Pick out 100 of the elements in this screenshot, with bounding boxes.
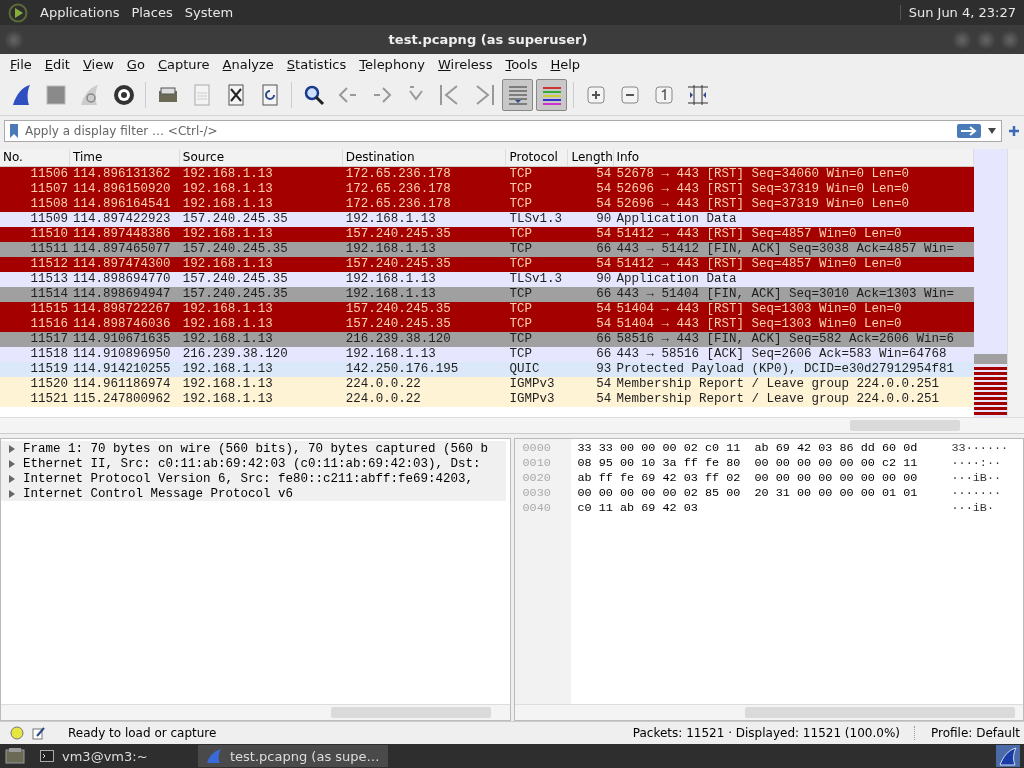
info-cell-text: 443 → 58516 [ACK] Seq=2606 Ack=583 Win=64768 [615, 347, 948, 362]
packet-row[interactable]: 11507 114.896150920 192.168.1.13 172.65.236.178 TCP 54 52696 → 443 [RST] Seq=37319 Win=0 Len=0 [0, 182, 974, 197]
vertical-scrollbar[interactable] [1007, 149, 1024, 417]
hex-bytes: 00 00 00 00 00 02 85 00 20 31 00 00 00 00 01 01 [577, 486, 919, 501]
menu-item[interactable]: Wireless [438, 57, 493, 72]
destination-cell-text: 172.65.236.178 [344, 182, 452, 197]
dropdown-caret-icon[interactable] [987, 128, 997, 134]
protocol-cell-text: IGMPv3 [508, 377, 556, 392]
column-header[interactable]: Length [568, 149, 615, 166]
protocol-cell-text: TCP [508, 332, 533, 347]
length-cell-text: 54 [595, 227, 613, 242]
packet-minimap[interactable] [974, 149, 1007, 417]
expander-icon[interactable] [9, 444, 15, 453]
display-filter-field[interactable]: Apply a display filter … <Ctrl-/> [4, 120, 1002, 142]
time-cell-text: 114.914210255 [71, 362, 172, 377]
bookmark-icon[interactable] [9, 123, 19, 139]
protocol-cell-text: TCP [508, 182, 533, 197]
protocol-cell-text: TCP [508, 197, 533, 212]
packet-row[interactable]: 11513 114.898694770 157.240.245.35 192.168.1.13 TLSv1.3 90 Application Data [0, 272, 974, 287]
number-cell-text: 11508 [29, 197, 69, 212]
profile-label[interactable]: Profile: Default [923, 726, 1020, 740]
taskbar-button[interactable]: vm3@vm3:~ [32, 745, 192, 767]
horizontal-scrollbar[interactable] [1, 704, 510, 720]
show-desktop-icon[interactable] [4, 746, 26, 766]
expander-icon[interactable] [9, 459, 15, 468]
length-cell-text: 54 [595, 257, 613, 272]
packet-row[interactable]: 11506 114.896131362 192.168.1.13 172.65.236.178 TCP 54 52678 → 443 [RST] Seq=34060 Win=0 Len=0 [0, 167, 974, 182]
number-cell-text: 11510 [29, 227, 69, 242]
horizontal-scrollbar[interactable] [514, 704, 1023, 720]
time-cell-text: 114.897465077 [71, 242, 172, 257]
menu-item[interactable]: Capture [157, 57, 210, 72]
time-cell-text: 114.898694947 [71, 287, 172, 302]
length-cell-text: 54 [595, 182, 613, 197]
menu-item[interactable]: File [10, 57, 32, 72]
number-cell-text: 11519 [29, 362, 69, 377]
length-cell-text: 66 [595, 287, 613, 302]
add-button-icon[interactable] [1008, 125, 1020, 137]
time-cell-text: 114.898694770 [71, 272, 172, 287]
time-cell-text: 114.896150920 [71, 182, 172, 197]
expander-icon[interactable] [9, 474, 15, 483]
play-logo-icon[interactable] [8, 2, 28, 23]
panel-menu[interactable]: Places [131, 5, 173, 20]
destination-cell-text: 224.0.0.22 [344, 377, 422, 392]
menu-item[interactable]: Analyze [222, 57, 274, 72]
menu-item[interactable]: Telephony [359, 57, 425, 72]
destination-cell-text: 192.168.1.13 [344, 272, 437, 287]
detail-tree-item[interactable]: Internet Control Message Protocol v6 [1, 486, 506, 501]
packet-row[interactable]: 11515 114.898722267 192.168.1.13 157.240.245.35 TCP 54 51404 → 443 [RST] Seq=1303 Win=0 Len=0 [0, 302, 974, 317]
destination-cell-text: 224.0.0.22 [344, 392, 422, 407]
packet-row[interactable]: 11517 114.910671635 192.168.1.13 216.239.38.120 TCP 66 58516 → 443 [FIN, ACK] Seq=582 Ack=2606 Win=6 [0, 332, 974, 347]
autoscroll-tool-button[interactable] [502, 79, 533, 111]
destination-cell-text: 157.240.245.35 [344, 257, 452, 272]
menu-item[interactable]: Go [126, 57, 145, 72]
expander-icon[interactable] [9, 489, 15, 498]
packet-row[interactable]: 11521 115.247800962 192.168.1.13 224.0.0.22 IGMPv3 54 Membership Report / Leave group 224.0.0.251 [0, 392, 974, 407]
column-header[interactable]: Time [69, 149, 180, 166]
length-cell-text: 54 [595, 392, 613, 407]
packet-row[interactable]: 11508 114.896164541 192.168.1.13 172.65.236.178 TCP 54 52696 → 443 [RST] Seq=37319 Win=0 Len=0 [0, 197, 974, 212]
packet-row[interactable]: 11509 114.897422923 157.240.245.35 192.168.1.13 TLSv1.3 90 Application Data [0, 212, 974, 227]
menu-item[interactable]: Edit [44, 57, 70, 72]
column-header[interactable]: Destination [342, 149, 507, 166]
packet-row[interactable]: 11519 114.914210255 192.168.1.13 142.250.176.195 QUIC 93 Protected Payload (KP0), DCID=e30d27912954f81 [0, 362, 974, 377]
packet-row[interactable]: 11510 114.897448386 192.168.1.13 157.240.245.35 TCP 54 51412 → 443 [RST] Seq=4857 Win=0 Len=0 [0, 227, 974, 242]
taskbar-button[interactable]: test.pcapng (as supe… [198, 745, 388, 767]
packet-row[interactable]: 11512 114.897474300 192.168.1.13 157.240.245.35 TCP 54 51412 → 443 [RST] Seq=4857 Win=0 Len=0 [0, 257, 974, 272]
number-cell-text: 11518 [29, 347, 69, 362]
info-cell-text: Application Data [615, 212, 738, 227]
detail-text: Internet Control Message Protocol v6 [23, 486, 294, 501]
time-cell-text: 114.898746036 [71, 317, 172, 332]
destination-cell-text: 172.65.236.178 [344, 167, 452, 182]
menu-item[interactable]: Help [550, 57, 581, 72]
status-indicator-icon[interactable] [10, 726, 24, 740]
info-cell-text: 443 → 51404 [FIN, ACK] Seq=3010 Ack=1303 Win= [615, 287, 955, 302]
packet-row[interactable]: 11511 114.897465077 157.240.245.35 192.168.1.13 TCP 66 443 → 51412 [FIN, ACK] Seq=3038 Ack=4857 Win= [0, 242, 974, 257]
source-cell-text: 192.168.1.13 [181, 362, 274, 377]
horizontal-scrollbar[interactable] [0, 417, 1024, 433]
colorize-tool-button[interactable] [536, 79, 567, 111]
length-cell-text: 54 [595, 197, 613, 212]
column-header[interactable]: No. [0, 149, 70, 166]
packet-row[interactable]: 11518 114.910896950 216.239.38.120 192.168.1.13 TCP 66 443 → 58516 [ACK] Seq=2606 Ack=583 Win=64768 [0, 347, 974, 362]
panel-menu[interactable]: Applications [40, 5, 120, 20]
protocol-cell-text: TCP [508, 242, 533, 257]
byte-offset: 0000 [522, 441, 552, 456]
source-cell-text: 192.168.1.13 [181, 167, 274, 182]
menu-item[interactable]: View [82, 57, 114, 72]
menu-item[interactable]: Tools [505, 57, 538, 72]
panel-menu[interactable]: System [184, 5, 234, 20]
time-cell-text: 114.896131362 [71, 167, 172, 182]
packet-row[interactable]: 11514 114.898694947 157.240.245.35 192.168.1.13 TCP 66 443 → 51404 [FIN, ACK] Seq=3010 Ack=1303 Win= [0, 287, 974, 302]
pencil-note-icon[interactable] [32, 726, 46, 740]
packet-row[interactable]: 11516 114.898746036 192.168.1.13 157.240.245.35 TCP 54 51404 → 443 [RST] Seq=1303 Win=0 Len=0 [0, 317, 974, 332]
protocol-cell-text: TCP [508, 227, 533, 242]
display-filter-input[interactable]: Apply a display filter … <Ctrl-/> [25, 124, 951, 138]
time-cell-text: 115.247800962 [71, 392, 172, 407]
column-header[interactable]: Protocol [506, 149, 569, 166]
shark-fin-icon[interactable] [996, 745, 1020, 767]
packet-row[interactable]: 11520 114.961186974 192.168.1.13 224.0.0.22 IGMPv3 54 Membership Report / Leave group 224.0.0.251 [0, 377, 974, 392]
menu-item[interactable]: Statistics [286, 57, 347, 72]
byte-offset: 0010 [522, 456, 552, 471]
column-header[interactable]: Source [179, 149, 343, 166]
